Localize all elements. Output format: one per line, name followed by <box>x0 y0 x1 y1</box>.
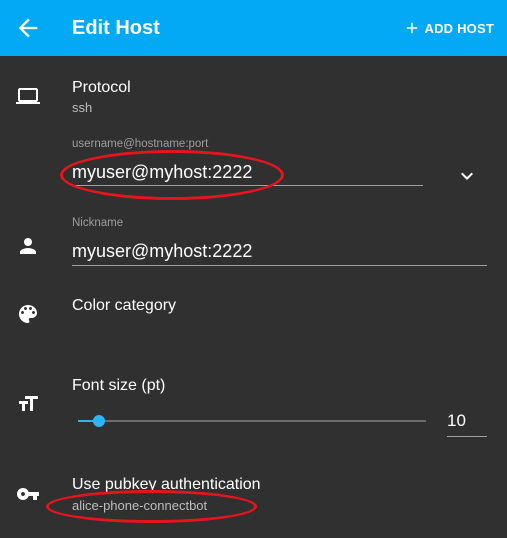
slider-thumb[interactable] <box>93 415 105 427</box>
add-host-button[interactable]: ADD HOST <box>403 17 495 39</box>
plus-icon <box>406 22 417 34</box>
pubkey-value: alice-phone-connectbot <box>72 498 208 513</box>
font-size-title: Font size (pt) <box>72 377 166 394</box>
uri-field-label: username@hostname:port <box>72 138 209 150</box>
nickname-input[interactable]: myuser@myhost:2222 <box>72 241 487 266</box>
nickname-field-label: Nickname <box>72 217 124 229</box>
slider-track <box>78 420 426 422</box>
laptop-icon <box>16 84 40 108</box>
protocol-title[interactable]: Protocol <box>72 79 131 97</box>
app-bar: Edit Host ADD HOST <box>0 0 507 56</box>
font-size-slider[interactable] <box>78 410 426 432</box>
palette-icon <box>16 302 40 326</box>
color-category-title[interactable]: Color category <box>72 297 176 315</box>
add-host-label: ADD HOST <box>424 20 494 36</box>
text-size-icon <box>16 392 40 416</box>
page-title: Edit Host <box>72 17 160 39</box>
uri-input[interactable]: myuser@myhost:2222 <box>72 162 423 186</box>
protocol-value: ssh <box>72 100 93 115</box>
arrow-back-icon <box>18 18 38 38</box>
chevron-down-icon <box>461 172 473 180</box>
key-icon <box>16 482 40 506</box>
back-button[interactable] <box>14 14 42 42</box>
expand-uri-button[interactable] <box>455 164 479 188</box>
pubkey-title[interactable]: Use pubkey authentication <box>72 476 261 494</box>
person-icon <box>16 234 40 258</box>
font-size-input[interactable]: 10 <box>447 411 487 437</box>
